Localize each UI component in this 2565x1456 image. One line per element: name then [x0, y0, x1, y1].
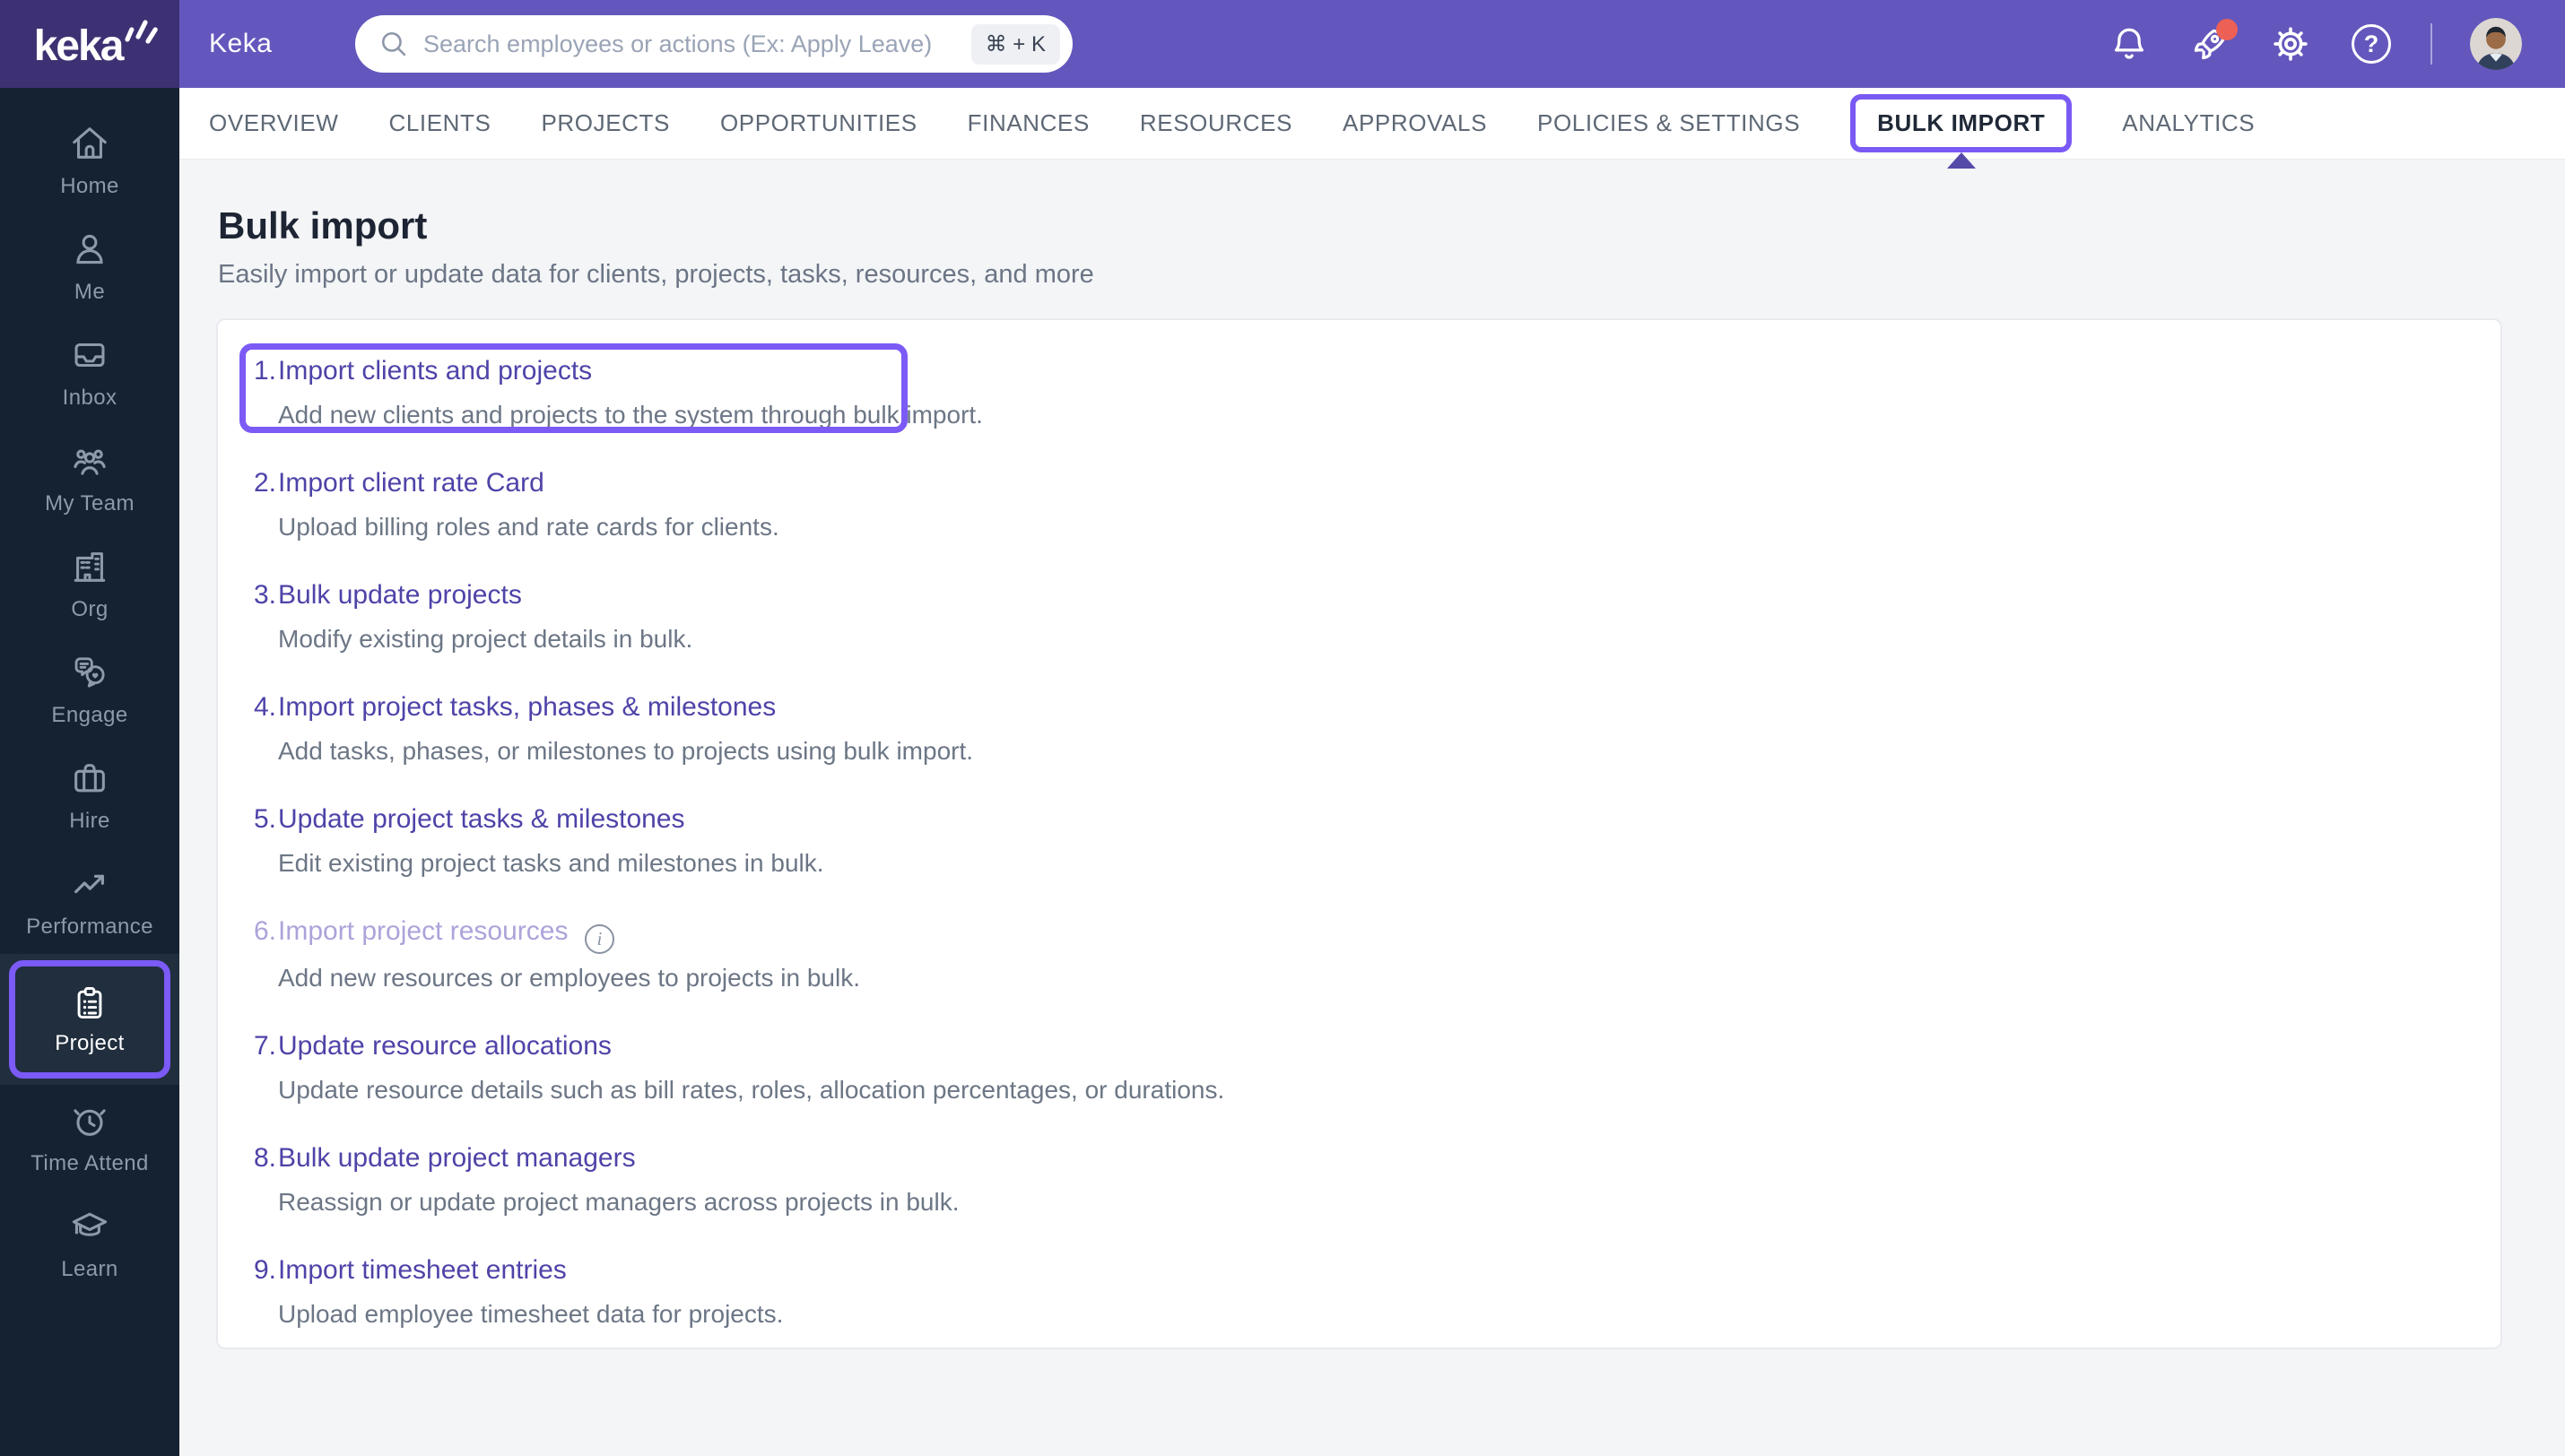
- sidebar-item-performance[interactable]: Performance: [0, 848, 179, 954]
- sidebar-item-org[interactable]: Org: [0, 531, 179, 637]
- link-bulk-update-projects[interactable]: Bulk update projects: [278, 580, 522, 610]
- settings-gear-icon[interactable]: [2269, 22, 2312, 65]
- main-content: Bulk import Easily import or update data…: [179, 160, 2565, 1456]
- learn-graduation-icon: [72, 1212, 108, 1236]
- tab-finances[interactable]: FINANCES: [968, 109, 1090, 137]
- link-bulk-update-project-managers[interactable]: Bulk update project managers: [278, 1143, 636, 1173]
- import-item-9: 9. Import timesheet entries Upload emplo…: [254, 1255, 2465, 1328]
- sidebar-item-engage[interactable]: Engage: [0, 637, 179, 742]
- tab-opportunities[interactable]: OPPORTUNITIES: [720, 109, 917, 137]
- tab-resources[interactable]: RESOURCES: [1140, 109, 1292, 137]
- topbar: keka Keka ⌘ + K: [0, 0, 2565, 88]
- import-item-4: 4. Import project tasks, phases & milest…: [254, 692, 2465, 765]
- notifications-bell-icon[interactable]: [2108, 22, 2151, 65]
- import-item-3: 3. Bulk update projects Modify existing …: [254, 580, 2465, 653]
- user-avatar[interactable]: [2470, 18, 2522, 70]
- item-description: Reassign or update project managers acro…: [278, 1187, 960, 1216]
- topbar-divider: [2430, 23, 2432, 65]
- item-description: Add new clients and projects to the syst…: [278, 401, 983, 429]
- sidebar-item-inbox[interactable]: Inbox: [0, 319, 179, 425]
- tab-approvals[interactable]: APPROVALS: [1343, 109, 1487, 137]
- project-highlight-annotation: Project: [9, 960, 170, 1079]
- active-tab-caret: [1946, 152, 1976, 169]
- tab-policies-settings[interactable]: POLICIES & SETTINGS: [1537, 109, 1800, 137]
- brand-name: Keka: [209, 29, 273, 58]
- home-icon: [73, 126, 107, 159]
- topbar-actions: ?: [2108, 0, 2522, 88]
- item-description: Edit existing project tasks and mileston…: [278, 849, 824, 877]
- sidebar-item-time-attend[interactable]: Time Attend: [0, 1085, 179, 1191]
- help-icon[interactable]: ?: [2350, 22, 2393, 65]
- sidebar: Home Me Inbox My Team Org Engage Hire Pe…: [0, 88, 179, 1456]
- page-subtitle: Easily import or update data for clients…: [218, 260, 1094, 289]
- sidebar-item-learn[interactable]: Learn: [0, 1191, 179, 1296]
- search-icon: [381, 31, 406, 56]
- project-clipboard-icon: [77, 986, 102, 1018]
- item-description: Upload employee timesheet data for proje…: [278, 1299, 784, 1328]
- bulk-import-card: 1. Import clients and projects Add new c…: [216, 318, 2502, 1349]
- notification-dot: [2216, 19, 2238, 40]
- team-icon: [74, 449, 106, 475]
- inbox-icon: [74, 342, 105, 367]
- import-item-6: 6. Import project resources i Add new re…: [254, 916, 2465, 992]
- link-import-timesheet-entries[interactable]: Import timesheet entries: [278, 1255, 567, 1285]
- import-item-8: 8. Bulk update project managers Reassign…: [254, 1143, 2465, 1216]
- item-description: Update resource details such as bill rat…: [278, 1075, 1225, 1104]
- tab-overview[interactable]: OVERVIEW: [209, 109, 338, 137]
- sidebar-item-project[interactable]: Project: [0, 954, 179, 1085]
- global-search[interactable]: ⌘ + K: [355, 15, 1073, 73]
- tab-bulk-import[interactable]: BULK IMPORT: [1877, 109, 2045, 137]
- sidebar-item-me[interactable]: Me: [0, 213, 179, 319]
- link-update-resource-allocations[interactable]: Update resource allocations: [278, 1031, 612, 1061]
- sidebar-item-home[interactable]: Home: [0, 108, 179, 213]
- search-input[interactable]: [423, 30, 971, 58]
- search-shortcut-badge: ⌘ + K: [970, 23, 1060, 65]
- org-building-icon: [74, 551, 106, 582]
- link-import-project-resources: Import project resources: [278, 916, 569, 946]
- keka-logo-text: keka: [33, 22, 125, 70]
- whats-new-rocket-icon[interactable]: [2188, 19, 2238, 65]
- link-update-tasks-milestones[interactable]: Update project tasks & milestones: [278, 804, 685, 834]
- item-description: Modify existing project details in bulk.: [278, 625, 693, 653]
- link-import-client-rate-card[interactable]: Import client rate Card: [278, 468, 544, 498]
- alarm-clock-icon: [74, 1108, 106, 1136]
- import-item-5: 5. Update project tasks & milestones Edi…: [254, 804, 2465, 877]
- import-item-1: 1. Import clients and projects Add new c…: [239, 343, 2465, 433]
- module-tabbar: OVERVIEW CLIENTS PROJECTS OPPORTUNITIES …: [179, 88, 2565, 169]
- tab-clients[interactable]: CLIENTS: [388, 109, 491, 137]
- import-item-7: 7. Update resource allocations Update re…: [254, 1031, 2465, 1104]
- tab-analytics[interactable]: ANALYTICS: [2122, 109, 2255, 137]
- sidebar-item-hire[interactable]: Hire: [0, 742, 179, 848]
- item-description: Add tasks, phases, or milestones to proj…: [278, 737, 974, 765]
- link-import-clients-projects[interactable]: Import clients and projects: [278, 356, 592, 386]
- item-description: Add new resources or employees to projec…: [278, 963, 860, 992]
- sidebar-item-my-team[interactable]: My Team: [0, 425, 179, 531]
- tab-projects[interactable]: PROJECTS: [541, 109, 669, 137]
- info-icon[interactable]: i: [584, 923, 614, 954]
- hire-briefcase-icon: [74, 763, 105, 792]
- link-import-tasks-phases-milestones[interactable]: Import project tasks, phases & milestone…: [278, 692, 776, 722]
- item-description: Upload billing roles and rate cards for …: [278, 513, 779, 541]
- performance-trend-icon: [74, 874, 105, 893]
- logo-spark-icon: [125, 20, 158, 44]
- import-item-2: 2. Import client rate Card Upload billin…: [254, 468, 2465, 541]
- page-title: Bulk import: [218, 204, 428, 247]
- me-person-icon: [76, 234, 103, 264]
- engage-chat-icon: [74, 656, 105, 688]
- keka-logo[interactable]: keka: [0, 0, 179, 88]
- bulk-import-tab-annotation: BULK IMPORT: [1850, 94, 2073, 169]
